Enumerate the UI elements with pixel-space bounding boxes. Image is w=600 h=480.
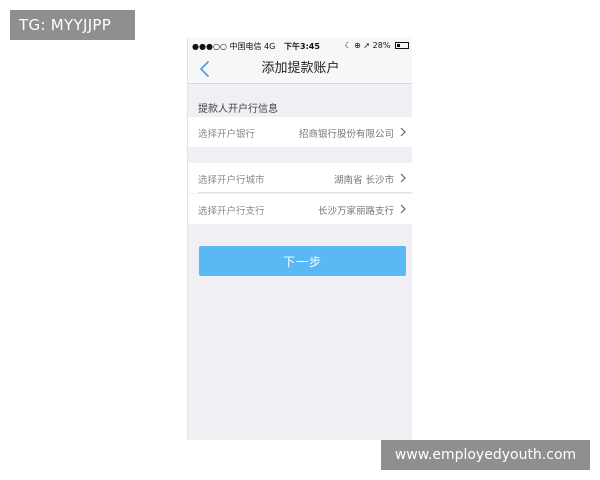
network-type: 4G xyxy=(264,42,276,51)
location-arrow-icon: ➚ xyxy=(363,41,371,50)
select-bank-value: 招商银行股份有限公司 xyxy=(298,129,394,140)
watermark-bottom-right: www.employedyouth.com xyxy=(381,440,590,470)
select-branch-value: 长沙万家丽路支行 xyxy=(317,206,394,217)
battery-level-fill xyxy=(397,44,400,47)
chevron-right-icon xyxy=(400,204,406,214)
navigation-bar: 添加提款账户 xyxy=(188,54,412,84)
chevron-right-icon xyxy=(400,127,406,137)
section-header-label: 提款人开户行信息 xyxy=(198,104,278,115)
orientation-lock-icon: ⊕ xyxy=(354,41,361,50)
row-divider xyxy=(198,192,412,193)
section-header: 提款人开户行信息 xyxy=(188,85,412,117)
phone-screen: ●●●○○ 中国电信 4G 下午3:45 ☾ ⊕ ➚ 28% 添加提款账户 提款… xyxy=(187,38,412,440)
select-branch-row[interactable]: 选择开户行支行 长沙万家丽路支行 xyxy=(188,194,412,224)
status-right-group: ☾ ⊕ ➚ 28% xyxy=(344,41,409,50)
select-city-value: 湖南省 长沙市 xyxy=(333,175,394,186)
select-city-label: 选择开户行城市 xyxy=(198,175,265,186)
carrier-name: 中国电信 xyxy=(229,42,262,51)
status-bar: ●●●○○ 中国电信 4G 下午3:45 ☾ ⊕ ➚ 28% xyxy=(188,38,412,54)
signal-strength-icon: ●●●○○ xyxy=(192,42,227,51)
next-step-button[interactable]: 下一步 xyxy=(199,246,406,276)
select-bank-label: 选择开户银行 xyxy=(198,129,256,140)
page-title: 添加提款账户 xyxy=(261,61,340,76)
moon-icon: ☾ xyxy=(344,41,352,50)
select-bank-row[interactable]: 选择开户银行 招商银行股份有限公司 xyxy=(188,117,412,147)
chevron-left-icon[interactable] xyxy=(197,60,213,78)
watermark-top-left: TG: MYYJJPP xyxy=(10,10,135,40)
battery-percent: 28% xyxy=(372,41,391,50)
battery-icon xyxy=(395,42,409,49)
status-time: 下午3:45 xyxy=(284,42,320,51)
chevron-right-icon xyxy=(400,173,406,183)
select-city-row[interactable]: 选择开户行城市 湖南省 长沙市 xyxy=(188,163,412,193)
select-branch-label: 选择开户行支行 xyxy=(198,206,265,217)
status-carrier-group: ●●●○○ 中国电信 4G xyxy=(192,41,275,52)
